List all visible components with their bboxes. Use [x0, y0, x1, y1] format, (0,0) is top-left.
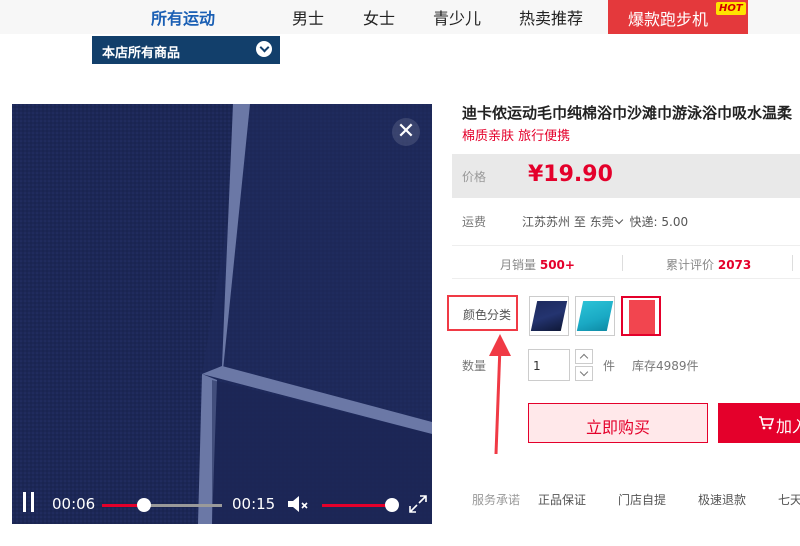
shipping-to-prefix: 至	[573, 215, 586, 229]
sales-stats: 月销量 500+ 累计评价 2073	[452, 245, 800, 279]
color-label-highlight: 颜色分类	[447, 295, 518, 331]
volume-bar[interactable]	[322, 504, 392, 507]
video-frame	[12, 104, 432, 524]
product-video-player[interactable]: ✕ 00:06 00:15	[12, 104, 432, 524]
price-label: 价格	[462, 170, 487, 184]
swatch-navy[interactable]	[529, 296, 569, 336]
mute-icon[interactable]	[288, 496, 310, 512]
nav-item-men[interactable]: 男士	[292, 5, 324, 29]
video-controls: 00:06 00:15	[12, 484, 432, 524]
shipping-from: 江苏苏州	[522, 215, 571, 229]
product-title: 迪卡侬运动毛巾纯棉浴巾沙滩巾游泳浴巾吸水温柔	[462, 104, 793, 122]
monthly-sales: 月销量 500+	[500, 258, 575, 272]
duration: 00:15	[232, 495, 276, 513]
swatch-teal[interactable]	[575, 296, 615, 336]
add-to-cart-label: 加入	[776, 417, 800, 436]
total-reviews[interactable]: 累计评价 2073	[666, 256, 751, 273]
nav-item-women[interactable]: 女士	[363, 5, 395, 29]
pause-icon	[23, 492, 26, 512]
swatch-red[interactable]	[621, 296, 661, 336]
fullscreen-icon[interactable]	[408, 494, 428, 514]
nav-item-treadmill[interactable]: 爆款跑步机 HOT	[608, 0, 748, 34]
nav-item-all-sports[interactable]: 所有运动	[151, 5, 215, 29]
add-to-cart-button[interactable]: 加入	[718, 403, 800, 443]
nav-item-hot-picks[interactable]: 热卖推荐	[519, 5, 583, 29]
store-all-products-dropdown[interactable]: 本店所有商品	[92, 36, 280, 64]
buy-now-label: 立即购买	[585, 418, 650, 437]
nav-hot-label: 爆款跑步机	[628, 10, 709, 29]
volume-fill	[322, 504, 392, 507]
cart-icon	[759, 416, 774, 430]
nav-item-youth[interactable]: 青少儿	[433, 5, 481, 29]
pause-button[interactable]	[22, 492, 36, 514]
current-time: 00:06	[52, 495, 96, 513]
buy-now-button[interactable]: 立即购买	[528, 403, 708, 443]
top-nav: 所有运动 男士 女士 青少儿 热卖推荐 爆款跑步机 HOT	[0, 0, 800, 34]
shipping-destination-select[interactable]: 东莞	[590, 215, 626, 229]
progress-handle[interactable]	[137, 498, 151, 512]
product-subtitle: 棉质亲肤 旅行便携	[462, 129, 571, 144]
chevron-down-circle-icon	[256, 41, 272, 57]
hot-badge: HOT	[716, 2, 746, 15]
stock-count: 库存4989件	[632, 359, 699, 373]
shipping-info: 江苏苏州 至 东莞 快递: 5.00	[522, 213, 688, 230]
shipping-fee: 快递: 5.00	[629, 215, 689, 229]
promise-item: 七天	[778, 493, 800, 507]
promise-item: 门店自提	[618, 493, 667, 507]
volume-handle[interactable]	[385, 498, 399, 512]
chevron-down-icon	[614, 215, 623, 225]
service-promise-label: 服务承诺	[472, 493, 521, 507]
color-label: 颜色分类	[463, 308, 512, 322]
annotation-arrow	[489, 334, 511, 455]
product-page: 所有运动 男士 女士 青少儿 热卖推荐 爆款跑步机 HOT 本店所有商品 ✕ 0…	[0, 0, 800, 546]
price-section: 价格 ¥19.90	[452, 154, 800, 198]
promise-item: 极速退款	[698, 493, 747, 507]
close-video-button[interactable]: ✕	[392, 118, 420, 146]
close-icon: ✕	[396, 119, 416, 144]
progress-bar[interactable]	[102, 504, 222, 507]
towel-image	[12, 104, 432, 524]
store-dropdown-label: 本店所有商品	[102, 46, 181, 61]
price-value: ¥19.90	[528, 162, 613, 187]
quantity-decrease-button[interactable]	[575, 366, 593, 381]
promise-item: 正品保证	[538, 493, 587, 507]
shipping-label: 运费	[462, 215, 487, 229]
quantity-input[interactable]: 1	[528, 349, 570, 381]
quantity-unit: 件	[603, 359, 616, 373]
quantity-increase-button[interactable]	[575, 349, 593, 364]
